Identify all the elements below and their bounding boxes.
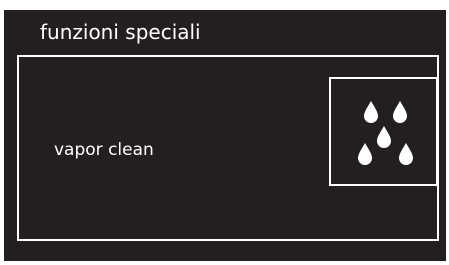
screen-title: funzioni speciali — [40, 20, 201, 44]
option-label: vapor clean — [54, 140, 154, 160]
water-drop — [393, 101, 407, 123]
water-drop — [358, 143, 372, 165]
option-panel[interactable]: vapor clean — [17, 55, 439, 241]
option-icon-box — [329, 77, 438, 186]
water-drop — [377, 126, 391, 148]
water-drops-icon — [358, 101, 413, 165]
display-screen: funzioni speciali vapor clean — [4, 10, 446, 261]
water-drop — [364, 101, 378, 123]
water-drop — [399, 143, 413, 165]
